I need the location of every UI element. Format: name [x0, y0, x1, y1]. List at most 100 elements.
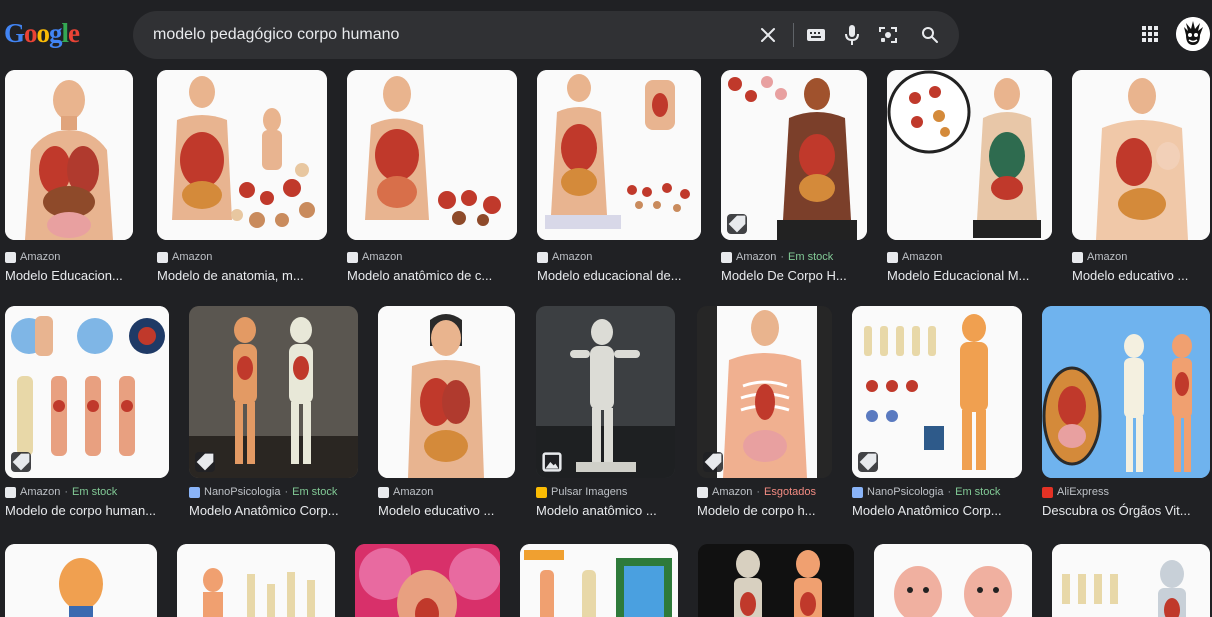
source-name: Amazon [362, 251, 403, 263]
result-thumbnail[interactable] [5, 544, 157, 617]
result-title[interactable]: Modelo Anatômico Corp... [189, 503, 358, 518]
result-source[interactable]: Amazon · Em stock [5, 486, 169, 498]
amazon-favicon-icon [5, 486, 16, 498]
stock-status: Em stock [788, 251, 834, 263]
search-box[interactable]: modelo pedagógico corpo humano [133, 11, 959, 59]
result-thumbnail[interactable] [1052, 544, 1210, 617]
source-name: Amazon [552, 251, 593, 263]
result-thumbnail[interactable] [1042, 306, 1210, 478]
aliexpress-favicon-icon [1042, 486, 1053, 498]
nanopsicologia-favicon-icon [189, 486, 200, 498]
result-title[interactable]: Modelo Educacional M... [887, 268, 1052, 283]
result-title[interactable]: Modelo Educacion... [5, 268, 133, 283]
stock-status: Em stock [72, 486, 118, 498]
search-icon[interactable] [918, 23, 942, 47]
result-title[interactable]: Descubra os Órgãos Vit... [1042, 503, 1210, 518]
close-icon[interactable] [756, 23, 780, 47]
result-title[interactable]: Modelo de corpo human... [5, 503, 169, 518]
result-title[interactable]: Modelo De Corpo H... [721, 268, 867, 283]
source-name: Amazon [20, 251, 61, 263]
result-source[interactable]: Amazon [537, 251, 701, 263]
avatar[interactable] [1176, 17, 1210, 51]
result-title[interactable]: Modelo anatômico ... [536, 503, 675, 518]
result-thumbnail[interactable] [698, 544, 854, 617]
amazon-favicon-icon [697, 486, 708, 498]
result-thumbnail[interactable] [347, 70, 517, 240]
source-name: Pulsar Imagens [551, 486, 628, 498]
result-thumbnail[interactable] [378, 306, 515, 478]
product-tag-icon [727, 214, 747, 234]
result-thumbnail[interactable] [1072, 70, 1210, 240]
result-thumbnail[interactable] [520, 544, 678, 617]
result-source[interactable]: NanoPsicologia · Em stock [189, 486, 358, 498]
result-title[interactable]: Modelo educativo ... [378, 503, 515, 518]
amazon-favicon-icon [157, 251, 168, 263]
logo-letter: o [36, 18, 50, 48]
result-thumbnail[interactable] [887, 70, 1052, 240]
separator: · [284, 486, 289, 498]
result-thumbnail[interactable] [177, 544, 335, 617]
source-name: Amazon [20, 486, 61, 498]
source-name: Amazon [1087, 251, 1128, 263]
result-source[interactable]: Amazon [1072, 251, 1210, 263]
result-source[interactable]: AliExpress [1042, 486, 1210, 498]
result-source[interactable]: Amazon · Em stock [721, 251, 867, 263]
result-thumbnail[interactable] [537, 70, 701, 240]
result-source[interactable]: Pulsar Imagens [536, 486, 675, 498]
result-thumbnail[interactable] [157, 70, 327, 240]
microphone-icon[interactable] [840, 23, 864, 47]
stock-status: Em stock [292, 486, 338, 498]
separator: · [780, 251, 785, 263]
source-name: AliExpress [1057, 486, 1109, 498]
source-name: NanoPsicologia [867, 486, 944, 498]
logo-letter: g [49, 18, 62, 48]
amazon-favicon-icon [1072, 251, 1083, 263]
result-title[interactable]: Modelo de anatomia, m... [157, 268, 327, 283]
result-source[interactable]: Amazon [378, 486, 515, 498]
result-title[interactable]: Modelo educacional de... [537, 268, 701, 283]
amazon-favicon-icon [378, 486, 389, 498]
amazon-favicon-icon [347, 251, 358, 263]
amazon-favicon-icon [5, 251, 16, 263]
result-source[interactable]: Amazon [5, 251, 133, 263]
product-tag-icon [858, 452, 878, 472]
result-source[interactable]: Amazon [157, 251, 327, 263]
amazon-favicon-icon [721, 251, 732, 263]
separator: · [64, 486, 69, 498]
stock-status: Esgotados [764, 486, 817, 498]
image-icon [542, 452, 562, 472]
amazon-favicon-icon [887, 251, 898, 263]
search-input[interactable]: modelo pedagógico corpo humano [153, 26, 399, 44]
result-thumbnail[interactable] [721, 70, 867, 240]
result-title[interactable]: Modelo de corpo h... [697, 503, 832, 518]
result-thumbnail[interactable] [355, 544, 500, 617]
result-thumbnail[interactable] [874, 544, 1032, 617]
result-source[interactable]: NanoPsicologia · Em stock [852, 486, 1022, 498]
result-source[interactable]: Amazon [887, 251, 1052, 263]
source-name: Amazon [393, 486, 434, 498]
result-thumbnail[interactable] [852, 306, 1022, 478]
result-thumbnail[interactable] [189, 306, 358, 478]
result-thumbnail[interactable] [697, 306, 832, 478]
logo-letter: e [68, 18, 80, 48]
source-name: Amazon [902, 251, 943, 263]
apps-icon[interactable] [1140, 24, 1160, 44]
top-bar: Google modelo pedagógico corpo humano [0, 0, 1212, 62]
result-thumbnail[interactable] [5, 306, 169, 478]
pulsar-favicon-icon [536, 486, 547, 498]
result-thumbnail[interactable] [5, 70, 133, 240]
result-thumbnail[interactable] [536, 306, 675, 478]
amazon-favicon-icon [537, 251, 548, 263]
source-name: NanoPsicologia [204, 486, 281, 498]
result-title[interactable]: Modelo Anatômico Corp... [852, 503, 1022, 518]
keyboard-icon[interactable] [804, 23, 828, 47]
result-source[interactable]: Amazon [347, 251, 517, 263]
result-title[interactable]: Modelo anatômico de c... [347, 268, 517, 283]
camera-icon[interactable] [876, 23, 900, 47]
image-results-grid: Amazon Modelo Educacion... Amazon Modelo… [0, 62, 1212, 617]
nanopsicologia-favicon-icon [852, 486, 863, 498]
result-title[interactable]: Modelo educativo ... [1072, 268, 1210, 283]
source-name: Amazon [172, 251, 213, 263]
result-source[interactable]: Amazon · Esgotados [697, 486, 832, 498]
google-logo[interactable]: Google [4, 18, 80, 48]
